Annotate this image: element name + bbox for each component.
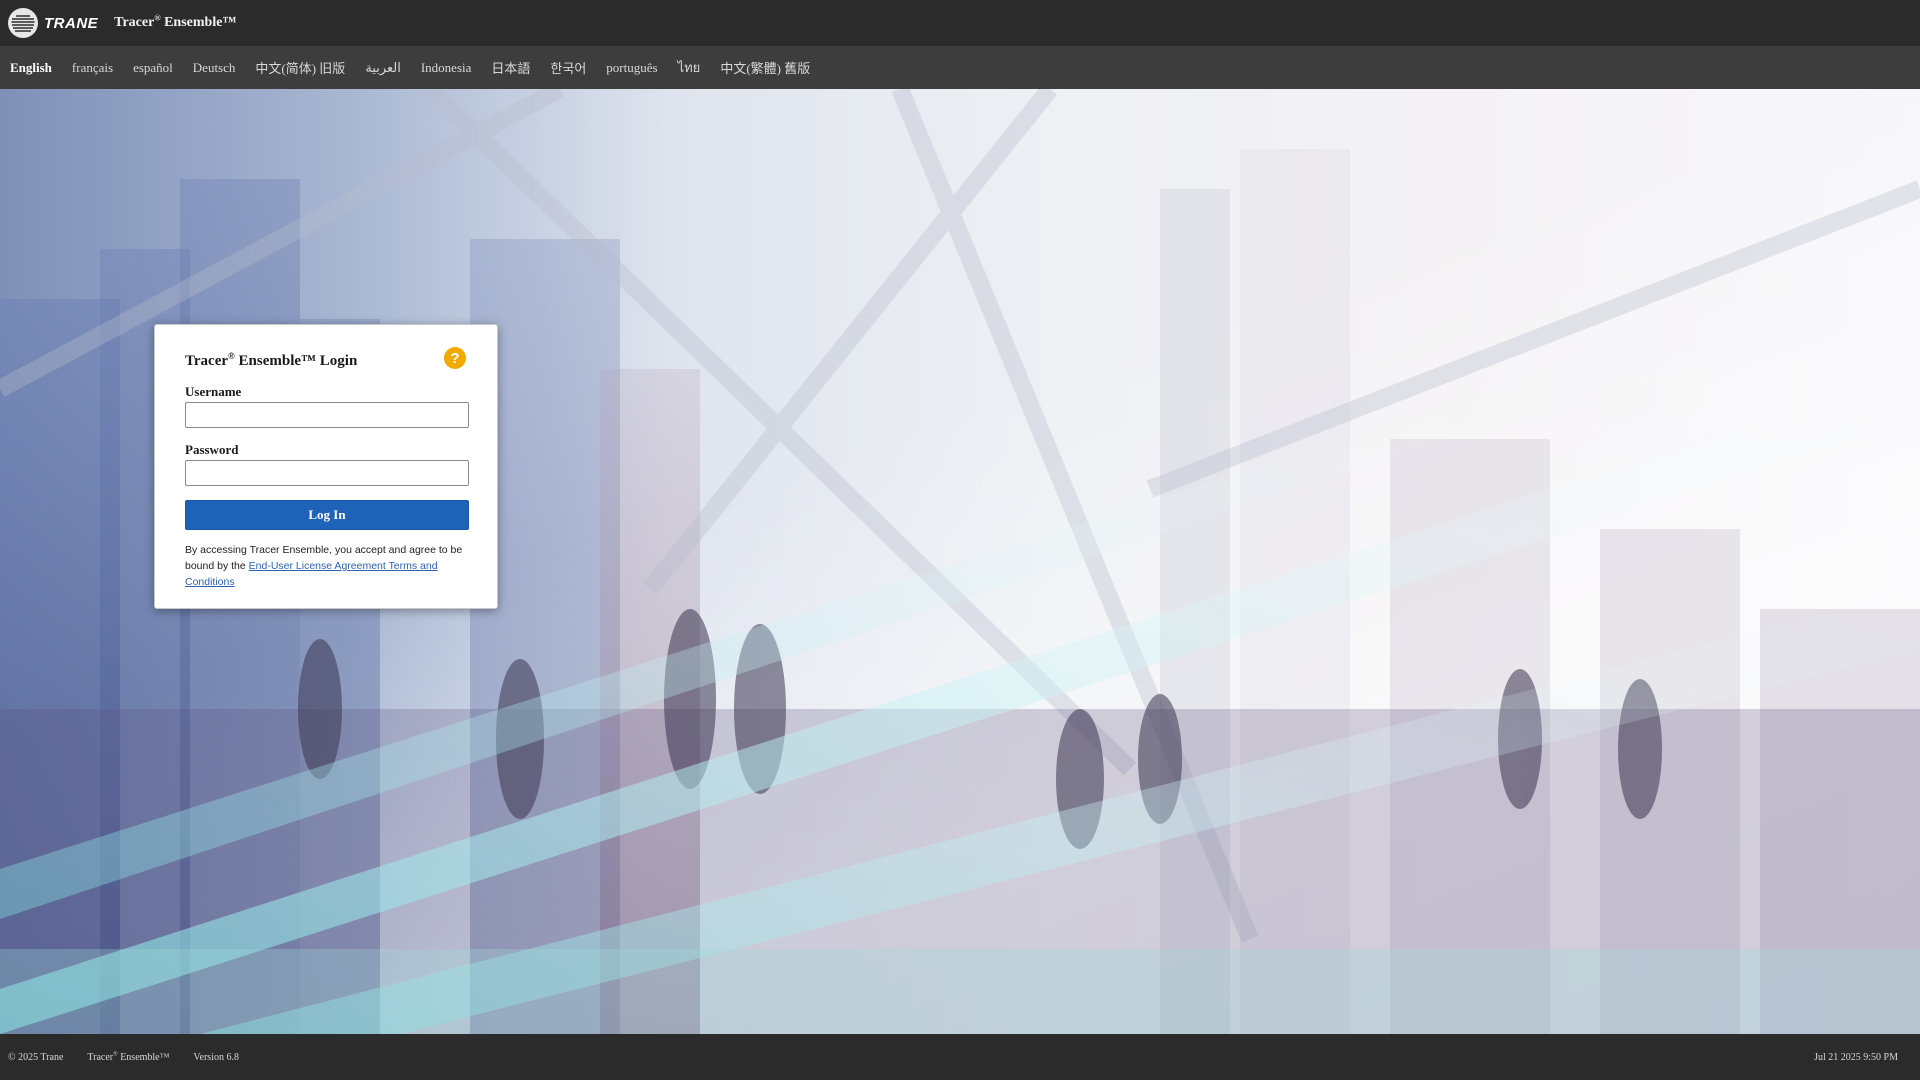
registered-mark: ®: [228, 351, 235, 361]
help-circle-icon[interactable]: ?: [444, 347, 466, 369]
language-chinese-simplified[interactable]: 中文(简体) 旧版: [255, 58, 345, 77]
username-input[interactable]: [185, 402, 469, 428]
login-title-suffix: Ensemble™ Login: [234, 353, 358, 369]
footer: © 2025 Trane Tracer® Ensemble™ Version 6…: [0, 1034, 1920, 1080]
login-button[interactable]: Log In: [185, 500, 469, 530]
footer-product-suffix: Ensemble™: [117, 1051, 170, 1063]
language-indonesian[interactable]: Indonesia: [421, 60, 472, 76]
login-title-prefix: Tracer: [185, 353, 229, 369]
login-title: Tracer® Ensemble™ Login: [185, 351, 468, 370]
language-thai[interactable]: ไทย: [678, 57, 701, 78]
version-text: Version 6.8: [193, 1051, 239, 1063]
language-german[interactable]: Deutsch: [193, 60, 236, 76]
trane-logo-icon: [8, 8, 38, 38]
language-japanese[interactable]: 日本語: [491, 58, 530, 77]
footer-product-name: Tracer® Ensemble™: [87, 1051, 170, 1063]
logo-wordmark: TRANE: [44, 14, 99, 32]
language-english[interactable]: English: [10, 60, 52, 76]
language-french[interactable]: français: [72, 60, 113, 76]
app-title: Tracer® Ensemble™: [114, 14, 237, 31]
username-label: Username: [185, 384, 242, 399]
footer-datetime: Jul 21 2025 9:50 PM: [1814, 1051, 1898, 1063]
language-spanish[interactable]: español: [133, 60, 173, 76]
password-input[interactable]: [185, 460, 469, 486]
language-arabic[interactable]: العربية: [365, 60, 401, 76]
language-bar: English français español Deutsch 中文(简体) …: [0, 46, 1920, 89]
eula-notice: By accessing Tracer Ensemble, you accept…: [185, 542, 468, 590]
top-header: TRANE Tracer® Ensemble™: [0, 0, 1920, 46]
password-label: Password: [185, 442, 239, 457]
language-chinese-traditional[interactable]: 中文(繁體) 舊版: [720, 58, 810, 77]
app-title-suffix: Ensemble™: [160, 15, 237, 30]
app-title-prefix: Tracer: [114, 15, 155, 30]
login-panel: Tracer® Ensemble™ Login ? Username Passw…: [154, 324, 498, 609]
language-korean[interactable]: 한국어: [550, 58, 586, 77]
footer-product-prefix: Tracer: [87, 1051, 114, 1063]
brand-logo[interactable]: TRANE: [8, 8, 98, 38]
language-portuguese[interactable]: português: [606, 60, 657, 76]
copyright-text: © 2025 Trane: [8, 1051, 64, 1063]
